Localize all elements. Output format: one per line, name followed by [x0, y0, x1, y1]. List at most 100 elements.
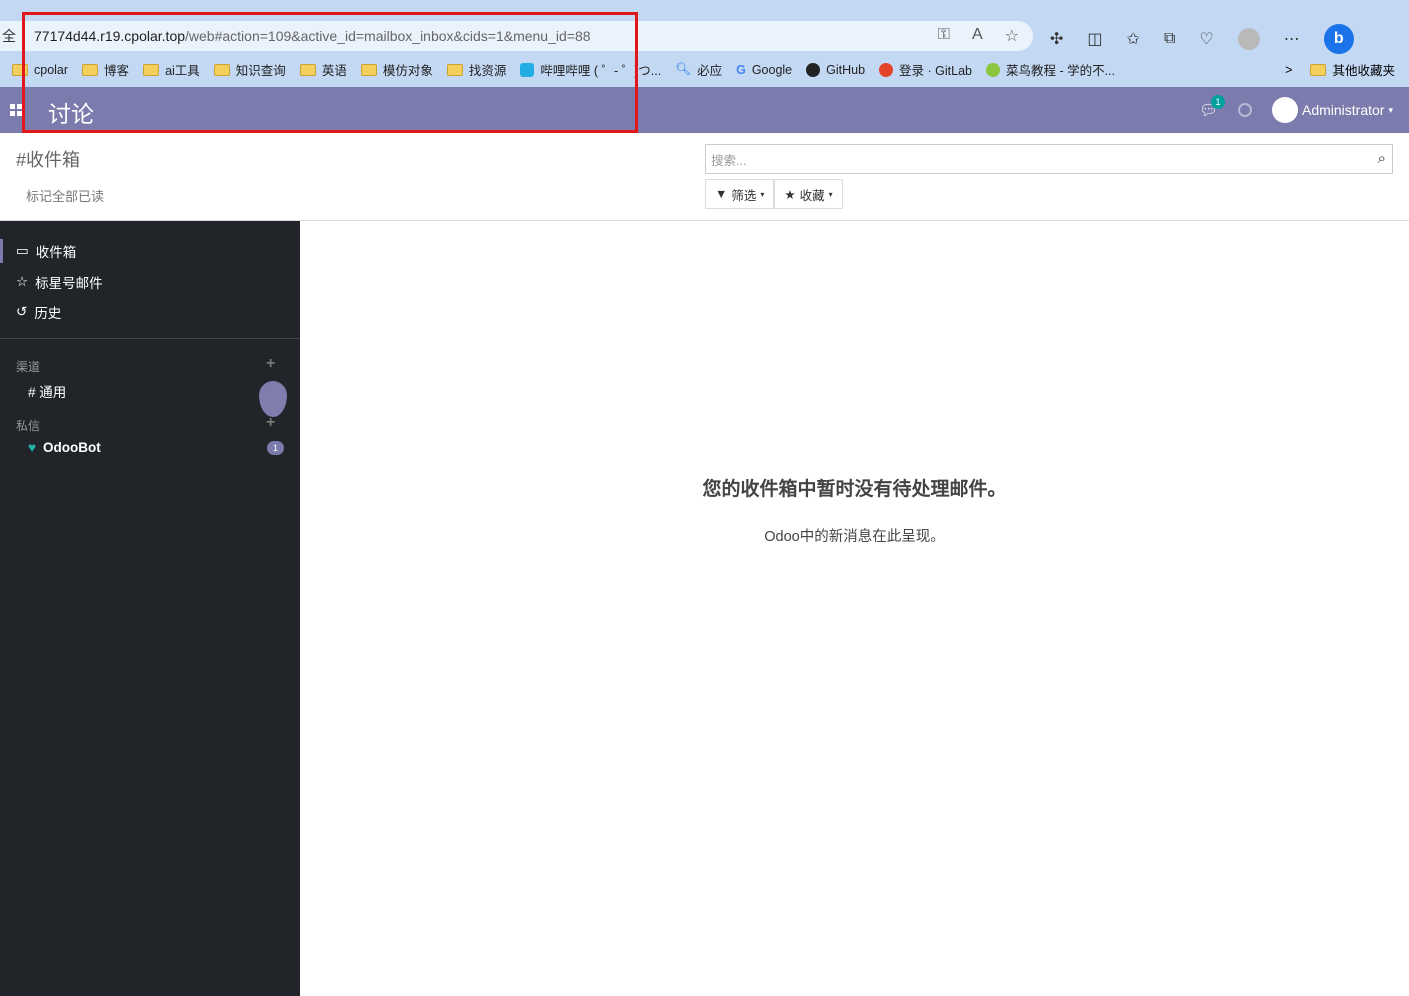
app-title: 讨论 [48, 101, 94, 127]
caret-down-icon: ▾ [828, 189, 833, 199]
bookmark[interactable]: 菜鸟教程 - 学的不... [985, 60, 1115, 79]
chevron-right-icon[interactable]: > [1285, 63, 1292, 77]
channel-item[interactable]: # 通用 [28, 381, 66, 401]
bookmark[interactable]: 找资源 [446, 60, 507, 79]
empty-inbox: 您的收件箱中暂时没有待处理邮件。 Odoo中的新消息在此呈现。 [300, 474, 1409, 546]
bookmark-label: ai工具 [165, 64, 200, 78]
search-input[interactable]: 搜索... ⌕ [705, 144, 1393, 174]
favorites-button[interactable]: ★ 收藏 ▾ [774, 179, 843, 209]
folder-icon [143, 63, 160, 76]
folder-icon [1310, 63, 1327, 76]
inbox-icon: ▭ [16, 243, 29, 258]
messages-badge: 1 [1210, 95, 1225, 109]
extensions-icon[interactable]: ✣ [1050, 29, 1063, 49]
split-screen-icon[interactable]: ◫ [1087, 29, 1102, 49]
caret-down-icon: ▾ [1388, 104, 1393, 115]
folder-icon [213, 63, 230, 76]
bookmark-label: Google [751, 62, 793, 77]
sidebar-item-inbox[interactable]: ▭ 收件箱 [16, 241, 76, 261]
mark-all-read-button[interactable]: 标记全部已读 [26, 186, 104, 205]
search-icon: 🔍︎ [675, 62, 692, 76]
health-icon[interactable]: ♡ [1199, 29, 1213, 49]
caret-down-icon: ▾ [760, 189, 765, 199]
bookmarks-bar: cpolar 博客 ai工具 知识查询 英语 模仿对象 找资源 哔哩哔哩 ( ゜… [12, 60, 1115, 79]
bookmark-label: 博客 [104, 64, 130, 78]
empty-text: Odoo中的新消息在此呈现。 [764, 529, 945, 545]
control-panel: #收件箱 标记全部已读 搜索... ⌕ ▼ 筛选 ▾ ★ 收藏 ▾ [0, 133, 1409, 221]
avatar [1272, 97, 1298, 123]
bookmark-label: 模仿对象 [382, 64, 433, 78]
add-channel-icon[interactable]: + [266, 355, 275, 373]
url-path: /web#action=109&active_id=mailbox_inbox&… [185, 28, 591, 44]
history-icon: ↺ [16, 304, 28, 319]
bookmark[interactable]: G Google [736, 63, 792, 77]
runoob-icon [985, 62, 1000, 77]
bookmark[interactable]: GitHub [806, 62, 866, 77]
url-host: 77174d44.r19.cpolar.top [34, 28, 186, 44]
profile-avatar[interactable] [1237, 28, 1260, 50]
bing-icon[interactable]: b [1323, 24, 1354, 54]
user-menu[interactable]: Administrator ▾ [1272, 97, 1393, 123]
bookmark[interactable]: cpolar [12, 63, 68, 77]
other-bookmarks[interactable]: 其他收藏夹 [1310, 60, 1395, 79]
unread-badge: 1 [267, 441, 284, 455]
bookmark-label: 登录 · GitLab [899, 64, 972, 78]
bilibili-icon [520, 62, 535, 77]
user-name: Administrator [1302, 102, 1385, 118]
gitlab-icon [879, 62, 894, 77]
bookmark[interactable]: 🔍︎ 必应 [675, 60, 722, 79]
apps-menu-icon[interactable] [10, 104, 22, 116]
url-text[interactable]: 77174d44.r19.cpolar.top/web#action=109&a… [24, 28, 591, 44]
bookmark-label: 菜鸟教程 - 学的不... [1005, 64, 1115, 78]
read-aloud-icon[interactable]: A [972, 26, 983, 46]
sidebar-item-label: 收件箱 [35, 245, 77, 260]
add-dm-icon[interactable]: + [266, 414, 275, 432]
bookmark-label: 英语 [321, 64, 347, 78]
channels-title[interactable]: 渠道 [16, 358, 40, 375]
bookmark[interactable]: 哔哩哔哩 ( ゜- ゜)つ... [520, 60, 661, 79]
bookmark-label: 哔哩哔哩 ( ゜- ゜)つ... [540, 64, 662, 78]
key-icon[interactable]: ⚿ [938, 26, 950, 46]
folder-icon [299, 63, 316, 76]
more-icon[interactable]: ⋯ [1284, 29, 1300, 49]
heart-icon: ♥ [28, 440, 37, 455]
collections-icon[interactable]: ⧉ [1164, 30, 1175, 48]
sidebar-item-label: 标星号邮件 [35, 276, 103, 291]
bookmark[interactable]: 博客 [82, 60, 129, 79]
address-prefix: 全 [2, 28, 16, 44]
bookmark[interactable]: 知识查询 [213, 60, 286, 79]
dm-item-odoobot[interactable]: ♥ OdooBot [28, 440, 101, 455]
favorites-icon[interactable]: ✩ [1127, 29, 1140, 49]
folder-icon [446, 63, 463, 76]
sidebar-item-label: 历史 [34, 306, 62, 321]
breadcrumb: #收件箱 [16, 150, 81, 170]
favorite-star-icon[interactable]: ☆ [1005, 26, 1019, 46]
empty-title: 您的收件箱中暂时没有待处理邮件。 [702, 479, 1007, 500]
bookmark-label: 必应 [697, 64, 723, 78]
bookmark[interactable]: 模仿对象 [360, 60, 433, 79]
folder-icon [12, 63, 28, 76]
direct-messages-title[interactable]: 私信 [16, 417, 40, 434]
divider [0, 338, 300, 339]
google-icon: G [736, 62, 746, 77]
bookmark[interactable]: 英语 [299, 60, 347, 79]
dm-name: OdooBot [43, 440, 101, 455]
sidebar: ▭ 收件箱 ☆ 标星号邮件 ↺ 历史 渠道 + # 通用 私信 + ♥ OdooBot … [0, 221, 300, 996]
address-bar[interactable]: 全 77174d44.r19.cpolar.top/web#action=109… [0, 21, 1033, 51]
filter-label: 筛选 [731, 188, 757, 203]
filter-button[interactable]: ▼ 筛选 ▾ [705, 179, 775, 209]
odoo-drop-icon [259, 381, 287, 417]
sidebar-item-starred[interactable]: ☆ 标星号邮件 [16, 272, 103, 292]
bookmark[interactable]: ai工具 [143, 60, 200, 79]
bookmark[interactable]: 登录 · GitLab [879, 60, 972, 79]
sidebar-item-history[interactable]: ↺ 历史 [16, 302, 61, 322]
browser-chrome: 全 77174d44.r19.cpolar.top/web#action=109… [0, 0, 1409, 87]
activity-clock-icon[interactable] [1238, 103, 1252, 117]
bookmark-label: GitHub [826, 62, 866, 77]
star-icon: ★ [784, 187, 796, 202]
folder-icon [82, 63, 99, 76]
favorites-label: 收藏 [799, 188, 825, 203]
messages-icon[interactable]: 💬︎ 1 [1199, 95, 1225, 119]
search-icon[interactable]: ⌕ [1378, 150, 1386, 167]
bookmark-label: 找资源 [468, 64, 507, 78]
